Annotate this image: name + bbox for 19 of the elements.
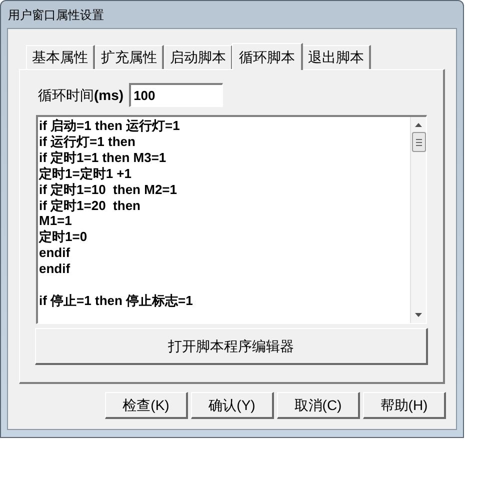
- scroll-down-icon[interactable]: [415, 313, 422, 317]
- vertical-scrollbar[interactable]: [410, 117, 426, 323]
- scroll-up-icon[interactable]: [415, 123, 422, 127]
- tab[interactable]: 循环脚本: [232, 43, 303, 70]
- dialog-button[interactable]: 取消(C): [277, 392, 360, 419]
- script-text: if 启动=1 then 运行灯=1 if 运行灯=1 then if 定时1=1 then M3=1 定时1=定时1 +1 if 定时1=10 then M2=1 if 定时1=20 then M1=1 定时1=0 endif endif if 停止=1 then 停止标志=1: [38, 117, 194, 310]
- cycle-time-field[interactable]: 100: [128, 83, 223, 107]
- dialog-button[interactable]: 帮助(H): [363, 392, 446, 419]
- script-editor[interactable]: if 启动=1 then 运行灯=1 if 运行灯=1 then if 定时1=1 then M3=1 定时1=定时1 +1 if 定时1=10 then M2=1 if 定时1=20 then M1=1 定时1=0 endif endif if 停止=1 then 停止标志=1: [36, 115, 427, 324]
- tab[interactable]: 退出脚本: [302, 45, 371, 69]
- tab[interactable]: 启动脚本: [164, 45, 233, 69]
- tab[interactable]: 基本属性: [26, 45, 95, 69]
- dialog-button[interactable]: 检查(K): [105, 392, 188, 419]
- cycle-time-label: 循环时间(ms): [38, 86, 124, 105]
- scroll-thumb[interactable]: [412, 132, 426, 152]
- dialog-button[interactable]: 确认(Y): [191, 392, 274, 419]
- window-title: 用户窗口属性设置: [8, 6, 104, 24]
- tab[interactable]: 扩充属性: [95, 45, 164, 69]
- open-editor-button[interactable]: 打开脚本程序编辑器: [35, 328, 428, 365]
